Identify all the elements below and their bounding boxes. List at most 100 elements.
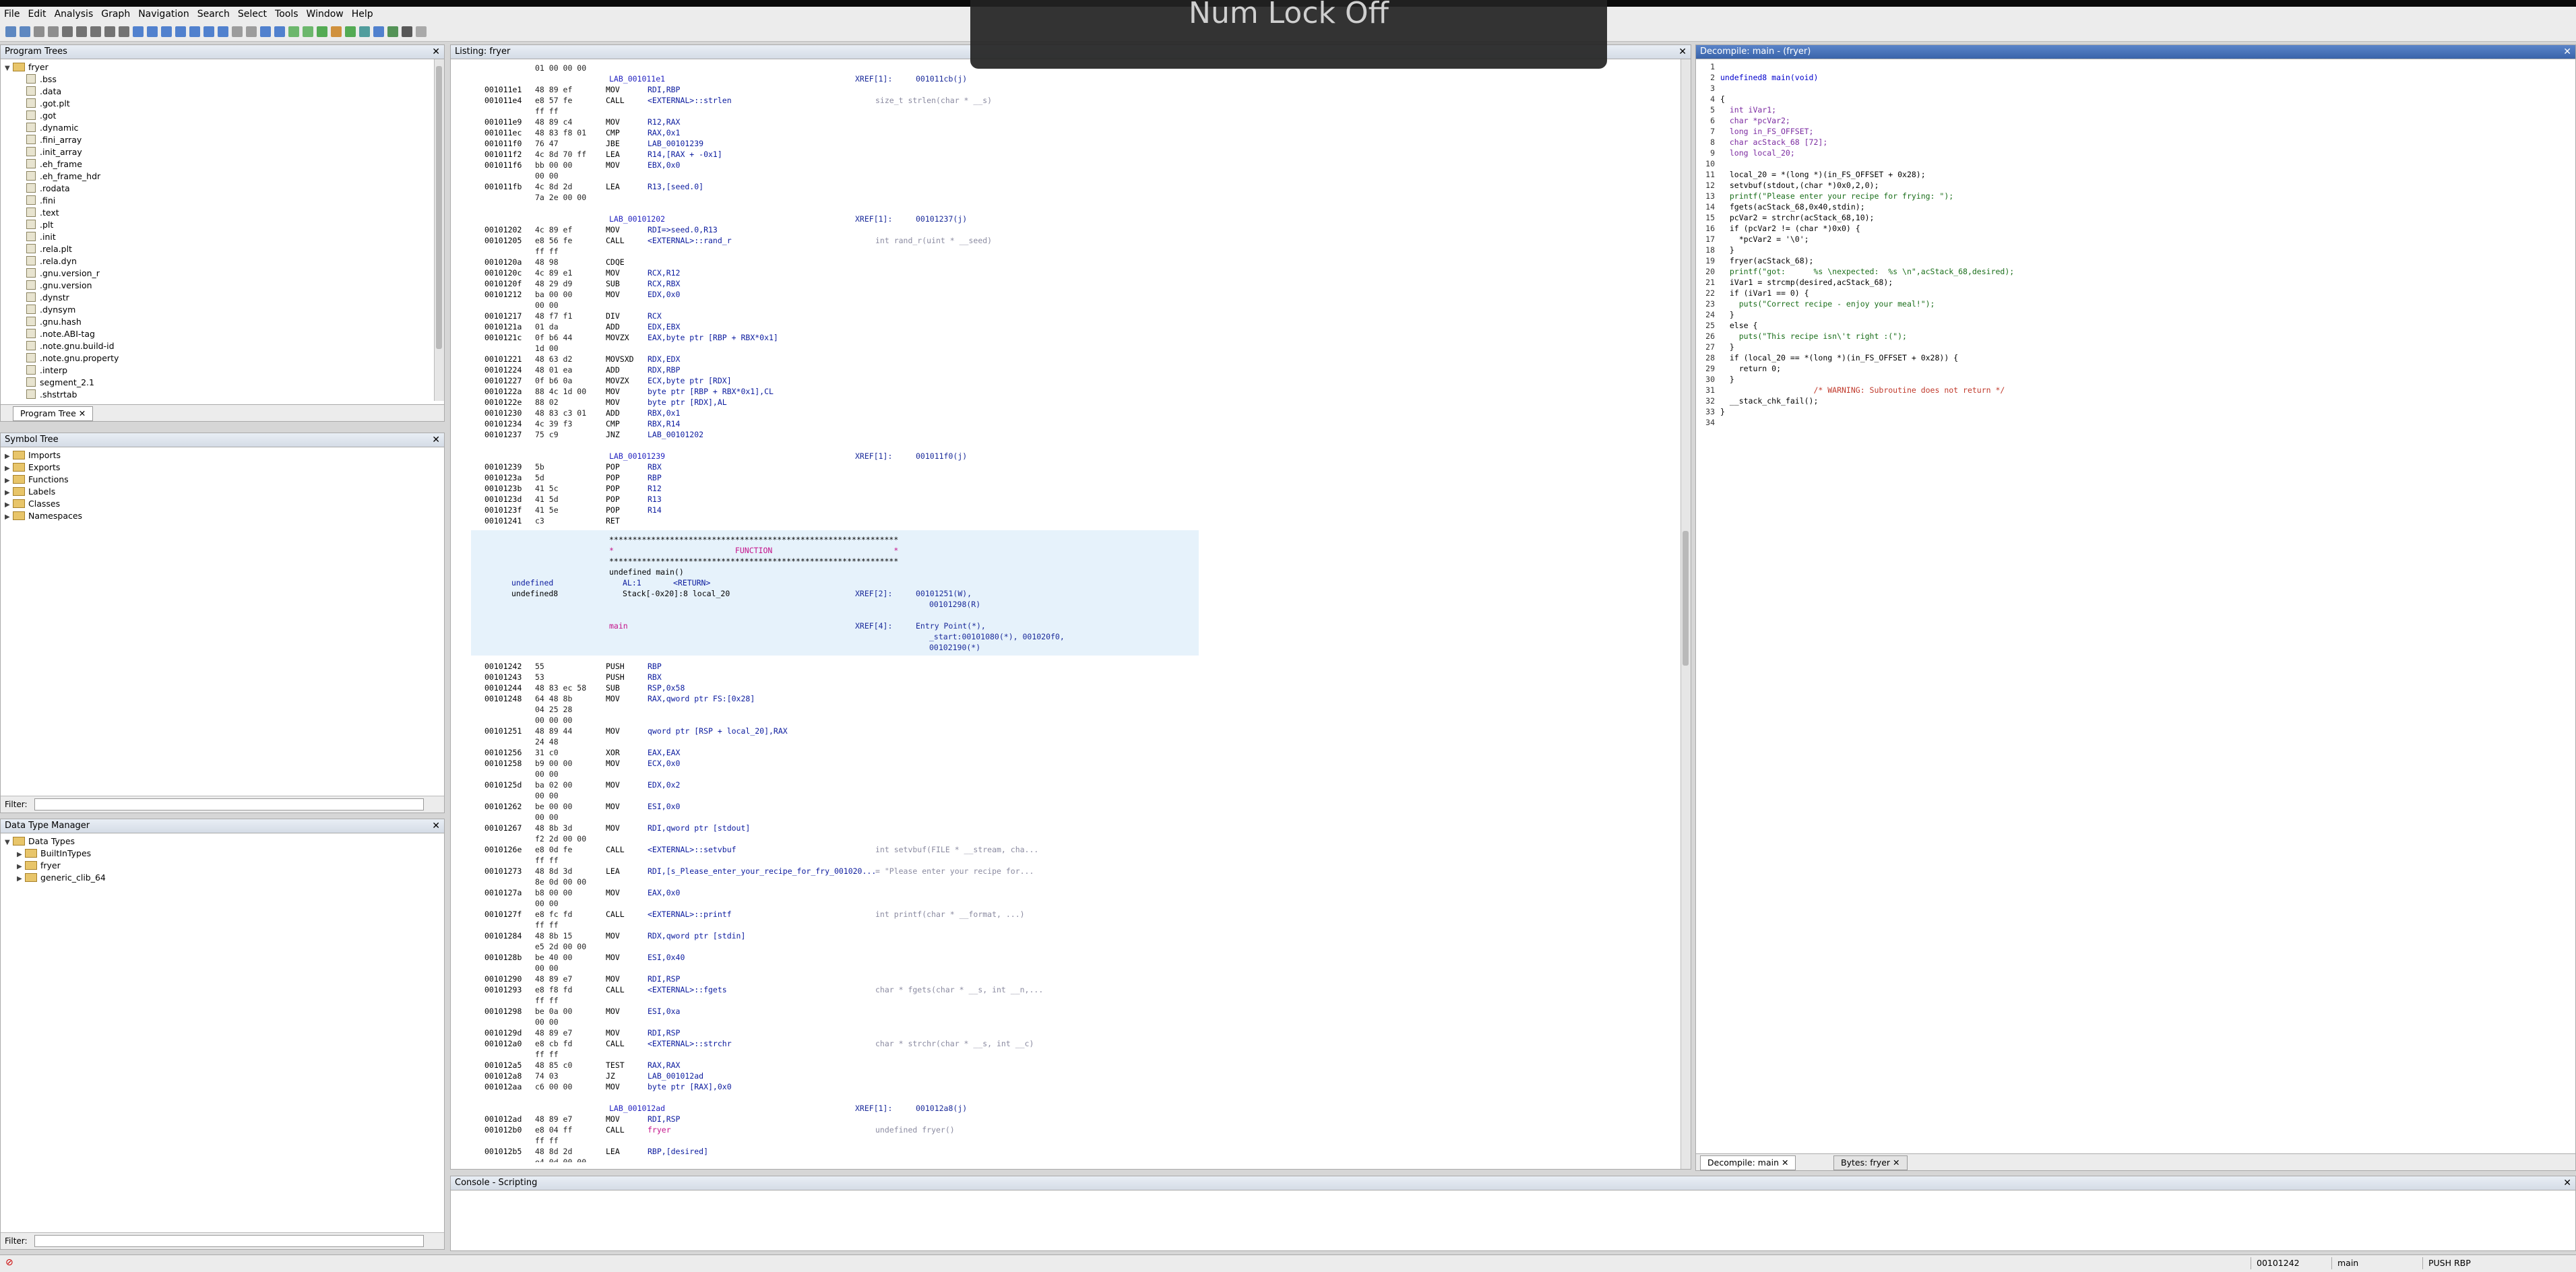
operands[interactable]: RCX,R12 <box>648 267 680 278</box>
operands[interactable]: EDX,EBX <box>648 321 680 332</box>
mnemonic[interactable]: POP <box>606 505 620 515</box>
symbol-tree-exports[interactable]: ▶ Exports <box>5 462 431 474</box>
decompile-line[interactable]: 22 if (iVar1 == 0) { <box>1696 288 1809 298</box>
close-icon[interactable]: ✕ <box>1678 45 1687 59</box>
decompile-line[interactable]: 10 <box>1696 158 1730 169</box>
bytes[interactable]: 24 48 <box>535 736 559 747</box>
mnemonic[interactable]: LEA <box>606 181 620 192</box>
bytes[interactable]: e8 0d fe <box>535 844 572 855</box>
mnemonic[interactable]: MOVSXD <box>606 354 634 364</box>
mnemonic[interactable]: TEST <box>606 1060 625 1071</box>
mnemonic[interactable]: CDQE <box>606 257 625 267</box>
mnemonic[interactable]: MOV <box>606 801 620 812</box>
listing-scrollbar[interactable] <box>1680 59 1691 1169</box>
close-icon[interactable]: ✕ <box>432 819 440 833</box>
address[interactable]: 00101290 <box>484 974 522 984</box>
bytes[interactable]: 4c 89 e1 <box>535 267 572 278</box>
decompile-line[interactable]: 25 else { <box>1696 320 1757 331</box>
operands[interactable]: EAX,EAX <box>648 747 680 758</box>
operands[interactable]: RBP <box>648 472 662 483</box>
scrollbar-thumb[interactable] <box>1683 531 1689 666</box>
bytes[interactable]: 48 89 c4 <box>535 117 572 127</box>
expand-icon[interactable]: ▶ <box>17 873 25 885</box>
toolbar-icon[interactable] <box>232 26 243 37</box>
program-tree-item[interactable]: .eh_frame <box>5 158 431 170</box>
bytes[interactable]: 88 4c 1d 00 <box>535 386 586 397</box>
operands[interactable]: RAX,qword ptr FS:[0x28] <box>648 693 755 704</box>
decompile-line[interactable]: 9 long local_20; <box>1696 148 1795 158</box>
address[interactable]: 00101205 <box>484 235 522 246</box>
toolbar-icon[interactable] <box>133 26 144 37</box>
address[interactable]: 0010129d <box>484 1027 522 1038</box>
address[interactable]: 00101227 <box>484 375 522 386</box>
bytes[interactable]: 00 00 <box>535 1017 559 1027</box>
mnemonic[interactable]: POP <box>606 462 620 472</box>
bytes[interactable]: be 00 00 <box>535 801 572 812</box>
address[interactable]: 00101273 <box>484 866 522 877</box>
address[interactable]: 00101251 <box>484 726 522 736</box>
address[interactable]: 00101241 <box>484 515 522 526</box>
address[interactable]: 0010127f <box>484 909 522 920</box>
toolbar-icon[interactable] <box>274 26 285 37</box>
operands[interactable]: RDX,qword ptr [stdin] <box>648 930 745 941</box>
address[interactable]: 001011f6 <box>484 160 522 170</box>
menu-file[interactable]: File <box>0 9 24 20</box>
address[interactable]: 0010120c <box>484 267 522 278</box>
operands[interactable]: R12 <box>648 483 662 494</box>
address[interactable]: 001012a0 <box>484 1038 522 1049</box>
program-tree-item[interactable]: .note.ABI-tag <box>5 328 431 340</box>
program-tree-item[interactable]: .fini <box>5 195 431 207</box>
bytes[interactable]: ff ff <box>535 995 559 1006</box>
bytes[interactable]: 5b <box>535 462 544 472</box>
toolbar-icon[interactable] <box>246 26 257 37</box>
operands[interactable]: ESI,0xa <box>648 1006 680 1017</box>
mnemonic[interactable]: MOV <box>606 930 620 941</box>
bytes[interactable]: b9 00 00 <box>535 758 572 769</box>
close-icon[interactable]: ✕ <box>2563 1176 2571 1190</box>
mnemonic[interactable]: DIV <box>606 311 620 321</box>
mnemonic[interactable]: MOV <box>606 1006 620 1017</box>
address[interactable]: 001012aa <box>484 1081 522 1092</box>
address[interactable]: 00101212 <box>484 289 522 300</box>
address[interactable]: 0010120f <box>484 278 522 289</box>
bytes[interactable]: e8 fc fd <box>535 909 572 920</box>
program-tree-item[interactable]: .init <box>5 231 431 243</box>
address[interactable]: 00101202 <box>484 224 522 235</box>
bytes[interactable]: 04 25 28 <box>535 704 572 715</box>
toolbar-icon[interactable] <box>76 26 87 37</box>
mnemonic[interactable]: MOV <box>606 758 620 769</box>
mnemonic[interactable]: RET <box>606 515 620 526</box>
bytes[interactable]: 4c 89 ef <box>535 224 572 235</box>
address[interactable]: 001011f2 <box>484 149 522 160</box>
decompile-line[interactable]: 27 } <box>1696 342 1734 352</box>
bytes[interactable]: 48 89 e7 <box>535 1027 572 1038</box>
code-label[interactable]: LAB_00101202 <box>609 214 665 224</box>
toolbar-icon[interactable] <box>416 26 427 37</box>
toolbar-icon[interactable] <box>189 26 200 37</box>
bytes[interactable]: 0f b6 0a <box>535 375 572 386</box>
operands[interactable]: byte ptr [RDX],AL <box>648 397 727 408</box>
bytes[interactable]: 00 00 <box>535 898 559 909</box>
bytes[interactable]: 48 89 e7 <box>535 974 572 984</box>
bytes[interactable]: f2 2d 00 00 <box>535 833 586 844</box>
toolbar-icon[interactable] <box>331 26 342 37</box>
address[interactable]: 0010123d <box>484 494 522 505</box>
program-tree-item[interactable]: .rela.plt <box>5 243 431 255</box>
operands[interactable]: fryer <box>648 1124 671 1135</box>
bytes[interactable]: 8e 0d 00 00 <box>535 877 586 887</box>
address[interactable]: 00101298 <box>484 1006 522 1017</box>
decompile-line[interactable]: 17 *pcVar2 = '\0'; <box>1696 234 1809 245</box>
bytes[interactable]: 48 83 c3 01 <box>535 408 586 418</box>
program-tree-item[interactable]: .note.gnu.property <box>5 352 431 364</box>
decompile-line[interactable]: 15 pcVar2 = strchr(acStack_68,10); <box>1696 212 1874 223</box>
toolbar-icon[interactable] <box>90 26 101 37</box>
toolbar-icon[interactable] <box>34 26 44 37</box>
operands[interactable]: <EXTERNAL>::setvbuf <box>648 844 736 855</box>
bytes[interactable]: c3 <box>535 515 544 526</box>
operands[interactable]: <EXTERNAL>::rand_r <box>648 235 732 246</box>
operands[interactable]: R12,RAX <box>648 117 680 127</box>
mnemonic[interactable]: MOV <box>606 726 620 736</box>
address[interactable]: 001012b5 <box>484 1146 522 1157</box>
operands[interactable]: R13,[seed.0] <box>648 181 703 192</box>
bytes[interactable]: e8 f8 fd <box>535 984 572 995</box>
